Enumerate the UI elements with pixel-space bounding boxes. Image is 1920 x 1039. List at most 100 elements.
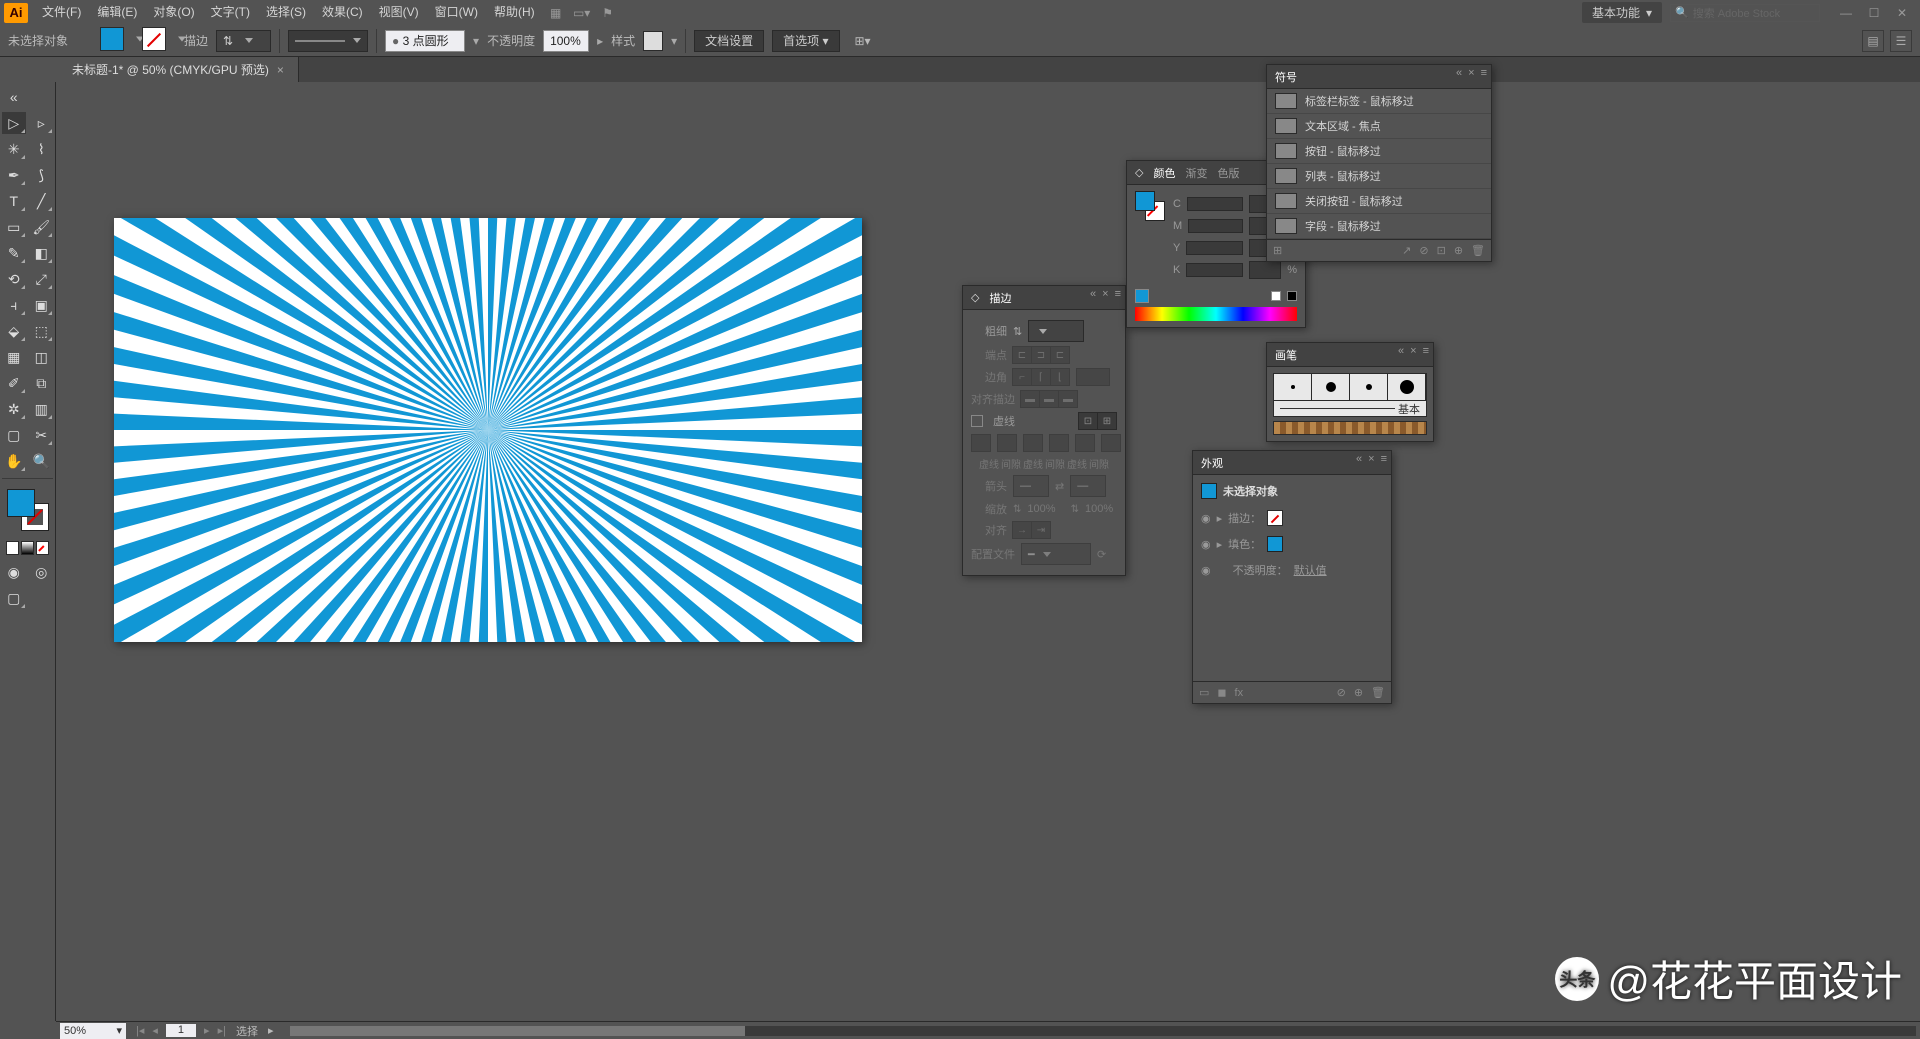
dashed-checkbox[interactable] xyxy=(971,415,983,427)
stroke-panel-tab[interactable]: 描边 xyxy=(989,290,1011,306)
scale-tool[interactable]: ⤢ xyxy=(30,268,54,290)
limit-input[interactable] xyxy=(1076,368,1110,386)
symbol-sprayer-tool[interactable]: ✲ xyxy=(2,398,26,420)
style-swatch[interactable] xyxy=(643,31,663,51)
preferences-button[interactable]: 首选项 ▾ xyxy=(772,30,839,52)
zoom-field[interactable]: 50%▾ xyxy=(60,1023,126,1039)
color-mode-icon[interactable] xyxy=(6,541,19,555)
menu-file[interactable]: 文件(F) xyxy=(34,0,89,25)
sym-break-icon[interactable]: ⊘ xyxy=(1419,244,1428,257)
draw-normal-icon[interactable]: ◉ xyxy=(2,561,26,583)
line-tool[interactable]: ╱ xyxy=(30,190,54,212)
workspace-switcher[interactable]: 基本功能▾ xyxy=(1582,2,1662,23)
add-effect-icon[interactable]: fx xyxy=(1235,687,1244,699)
width-tool[interactable]: ⫞ xyxy=(2,294,26,316)
gradient-mode-icon[interactable] xyxy=(21,541,34,555)
opacity-row-value[interactable]: 默认值 xyxy=(1294,562,1327,578)
profile-dropdown[interactable]: ━ xyxy=(1021,543,1091,565)
stroke-weight-dropdown[interactable]: ⇅ xyxy=(216,30,271,52)
k-input[interactable] xyxy=(1249,261,1281,279)
selection-tool[interactable]: ▷ xyxy=(2,112,26,134)
arrow-end-dropdown[interactable]: — xyxy=(1070,475,1106,497)
artboard-nav[interactable]: |◂◂1▸▸| xyxy=(136,1024,226,1037)
panel-close-icon[interactable]: × xyxy=(1102,288,1108,300)
fill-swatch[interactable] xyxy=(100,27,124,51)
add-fill-icon[interactable]: ◼ xyxy=(1217,686,1226,699)
pattern-brush[interactable] xyxy=(1273,421,1427,435)
h-scrollbar[interactable] xyxy=(290,1026,1917,1036)
brush-def-dropdown[interactable] xyxy=(288,30,368,52)
color-tab[interactable]: 颜色 xyxy=(1153,165,1175,181)
curvature-tool[interactable]: ⟆ xyxy=(30,164,54,186)
opacity-input[interactable]: 100% xyxy=(543,30,589,52)
menu-help[interactable]: 帮助(H) xyxy=(486,0,543,25)
collapse-icon[interactable]: « xyxy=(1090,288,1096,300)
cap-buttons[interactable]: ⊏⊐⊏ xyxy=(1013,346,1070,364)
panel-toggle-icon[interactable]: ▤ xyxy=(1862,30,1884,52)
panel-menu-icon[interactable]: ≡ xyxy=(1381,453,1387,465)
weight-dropdown[interactable] xyxy=(1028,320,1084,342)
toggle-icon[interactable]: ◇ xyxy=(1135,166,1143,179)
arrow-start-dropdown[interactable]: — xyxy=(1013,475,1049,497)
dash-align1-icon[interactable]: ⊡ xyxy=(1078,412,1098,430)
slice-tool[interactable]: ✂ xyxy=(30,424,54,446)
dup-icon[interactable]: ⊕ xyxy=(1354,686,1363,699)
panel-close-icon[interactable]: × xyxy=(1368,453,1374,465)
toggle-icon[interactable]: ◇ xyxy=(971,291,979,304)
sym-delete-icon[interactable]: 🗑 xyxy=(1471,244,1485,257)
symbol-row[interactable]: 按钮 - 鼠标移过 xyxy=(1267,139,1491,164)
menu-object[interactable]: 对象(O) xyxy=(145,0,202,25)
corner-buttons[interactable]: ⌐⌈⌊ xyxy=(1013,368,1070,386)
eraser-tool[interactable]: ◧ xyxy=(30,242,54,264)
paintbrush-tool[interactable]: 🖌 xyxy=(30,216,54,238)
bridge-icon[interactable]: ▦ xyxy=(545,4,567,22)
magic-wand-tool[interactable]: ✳ xyxy=(2,138,26,160)
window-minimize-icon[interactable]: — xyxy=(1832,3,1860,23)
stroke-swatch[interactable] xyxy=(142,27,166,51)
artboard-tool[interactable]: ▢ xyxy=(2,424,26,446)
black-icon[interactable] xyxy=(1287,291,1297,301)
panel-menu-icon[interactable]: ≡ xyxy=(1423,345,1429,357)
sym-opts-icon[interactable]: ⊡ xyxy=(1437,244,1446,257)
hand-tool[interactable]: ✋ xyxy=(2,450,26,472)
m-slider[interactable] xyxy=(1188,219,1243,233)
collapse-icon[interactable]: « xyxy=(1398,345,1404,357)
lasso-tool[interactable]: ⌇ xyxy=(30,138,54,160)
panel-close-icon[interactable]: × xyxy=(1468,67,1474,79)
sym-place-icon[interactable]: ↗ xyxy=(1402,244,1411,257)
free-transform-tool[interactable]: ▣ xyxy=(30,294,54,316)
visibility-icon[interactable]: ◉ xyxy=(1201,512,1211,525)
gradient-tool[interactable]: ◫ xyxy=(30,346,54,368)
menu-view[interactable]: 视图(V) xyxy=(371,0,427,25)
align-icon[interactable]: ⊞▾ xyxy=(848,30,878,52)
menu-select[interactable]: 选择(S) xyxy=(258,0,314,25)
blend-tool[interactable]: ⧉ xyxy=(30,372,54,394)
perspective-tool[interactable]: ⬚ xyxy=(30,320,54,342)
fill-stroke-control[interactable] xyxy=(7,489,49,531)
c-slider[interactable] xyxy=(1187,197,1243,211)
mesh-tool[interactable]: ▦ xyxy=(2,346,26,368)
eyedropper-tool[interactable]: ✐ xyxy=(2,372,26,394)
add-stroke-icon[interactable]: ▭ xyxy=(1199,686,1209,699)
menu-type[interactable]: 文字(T) xyxy=(203,0,258,25)
panel-close-icon[interactable]: × xyxy=(1410,345,1416,357)
rectangle-tool[interactable]: ▭ xyxy=(2,216,26,238)
close-tab-icon[interactable]: × xyxy=(277,63,284,77)
spectrum-ramp[interactable] xyxy=(1135,307,1297,321)
rotate-tool[interactable]: ⟲ xyxy=(2,268,26,290)
clear-icon[interactable]: ⊘ xyxy=(1337,686,1346,699)
align-stroke-buttons[interactable]: ▬▬▬ xyxy=(1021,390,1078,408)
brush-presets[interactable] xyxy=(1273,373,1427,401)
panel-menu-icon[interactable]: ≡ xyxy=(1115,288,1121,300)
expand-icon[interactable]: ▸ xyxy=(1217,538,1223,551)
menu-effect[interactable]: 效果(C) xyxy=(314,0,371,25)
menu-edit[interactable]: 编辑(E) xyxy=(89,0,145,25)
sym-new-icon[interactable]: ⊕ xyxy=(1454,244,1463,257)
pen-tool[interactable]: ✒ xyxy=(2,164,26,186)
artboard[interactable] xyxy=(114,218,862,642)
document-setup-button[interactable]: 文档设置 xyxy=(694,30,764,52)
y-slider[interactable] xyxy=(1186,241,1243,255)
symbol-row[interactable]: 文本区域 - 焦点 xyxy=(1267,114,1491,139)
stroke-row-swatch[interactable] xyxy=(1267,510,1283,526)
arrange-icon[interactable]: ▭▾ xyxy=(571,4,593,22)
